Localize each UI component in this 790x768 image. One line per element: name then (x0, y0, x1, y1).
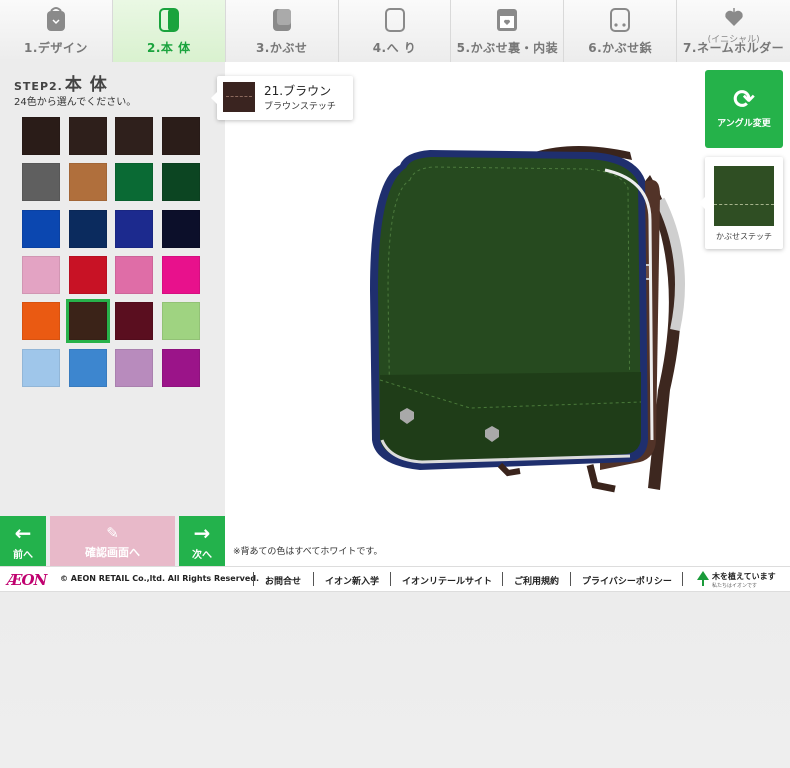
footer-divider (253, 572, 254, 586)
bag-rivet-icon (610, 8, 631, 32)
color-swatch[interactable] (65, 299, 110, 344)
step-heading: STEP2. 本 体 (14, 70, 108, 95)
color-swatch[interactable] (68, 348, 107, 387)
flap-stitch-swatch (714, 166, 774, 226)
color-swatch[interactable] (68, 255, 107, 294)
confirm-button[interactable]: ✎ 確認画面へ (50, 516, 175, 566)
selected-color-stitch: ブラウンステッチ (264, 102, 336, 112)
flap-stitch-card[interactable]: かぶせステッチ (699, 157, 783, 249)
footer-divider (313, 572, 314, 586)
tab-step-5[interactable]: 5.かぶせ裏・内装 (451, 0, 565, 62)
confirm-button-label: 確認画面へ (85, 546, 140, 559)
angle-change-label: アングル変更 (717, 119, 771, 129)
aeon-logo[interactable]: ÆON (7, 571, 47, 589)
color-swatch[interactable] (22, 302, 60, 341)
color-swatch[interactable] (22, 255, 60, 294)
bottom-nav: ← 前へ ✎ 確認画面へ → 次へ (0, 516, 225, 566)
color-swatch[interactable] (115, 209, 153, 248)
next-button[interactable]: → 次へ (179, 516, 225, 566)
color-swatch[interactable] (115, 255, 153, 294)
step-tabs: 1.デザイン 2.本 体 3.かぶせ 4.へ り 5.かぶせ裏・内装 6.かぶせ… (0, 0, 790, 62)
color-swatch[interactable] (68, 209, 107, 248)
color-panel: STEP2. 本 体 24色から選んでください。 ← 前へ ✎ 確認画面へ → 次… (0, 62, 225, 566)
tab-step-7[interactable]: (イニシャル) 7.ネームホルダー (677, 0, 790, 62)
color-swatch[interactable] (161, 209, 200, 248)
tree-planting-logo[interactable]: 木を植えています 私たちはイオンです (696, 570, 784, 590)
prev-button-label: 前へ (13, 550, 33, 561)
tab-step-7-label: 7.ネームホルダー (683, 41, 785, 55)
tab-step-1-label: 1.デザイン (23, 41, 88, 55)
tab-step-2-label: 2.本 体 (146, 41, 191, 55)
tab-step-5-label: 5.かぶせ裏・内装 (456, 41, 559, 55)
color-swatch[interactable] (115, 348, 153, 387)
footer-link-privacy[interactable]: プライバシーポリシー (582, 574, 672, 587)
color-swatch[interactable] (68, 117, 107, 155)
selected-color-chip (223, 82, 255, 112)
tab-step-3-label: 3.かぶせ (255, 41, 308, 55)
edit-check-icon: ✎ (106, 524, 119, 542)
color-swatch[interactable] (22, 117, 60, 155)
backpad-note: ※背あての色はすべてホワイトです。 (233, 547, 383, 557)
bag-body-icon (158, 8, 179, 32)
bag-flap-icon (272, 9, 291, 31)
color-swatch[interactable] (68, 163, 107, 202)
flap-stitch-label: かぶせステッチ (716, 232, 772, 241)
prev-button[interactable]: ← 前へ (0, 516, 46, 566)
tab-step-1[interactable]: 1.デザイン (0, 0, 113, 62)
app-root: 1.デザイン 2.本 体 3.かぶせ 4.へ り 5.かぶせ裏・内装 6.かぶせ… (0, 0, 790, 768)
footer-divider (390, 572, 391, 586)
tab-step-6-label: 6.かぶせ鋲 (588, 41, 653, 55)
footer-link-retail-site[interactable]: イオンリテールサイト (402, 574, 492, 587)
color-swatch[interactable] (22, 163, 60, 202)
next-button-label: 次へ (192, 550, 212, 561)
selected-color-label: 21.ブラウン ブラウンステッチ (211, 76, 353, 120)
footer-link-contact[interactable]: お問合せ (265, 574, 301, 587)
color-swatch[interactable] (115, 302, 153, 341)
tree-icon (697, 571, 709, 586)
color-swatch[interactable] (161, 117, 200, 155)
color-swatch[interactable] (115, 117, 153, 155)
randoseru-preview-image (370, 146, 685, 493)
color-swatch[interactable] (161, 348, 200, 387)
tab-step-6[interactable]: 6.かぶせ鋲 (564, 0, 678, 62)
bag-inner-icon (497, 9, 518, 31)
footer-divider (502, 572, 503, 586)
rotate-icon: ⟳ (733, 85, 755, 115)
footer-link-terms[interactable]: ご利用規約 (514, 574, 559, 587)
tab-step-2[interactable]: 2.本 体 (112, 0, 226, 62)
arrow-right-icon: → (193, 521, 211, 545)
arrow-left-icon: ← (14, 521, 32, 545)
tab-step-4-label: 4.へ り (372, 41, 417, 55)
color-swatch[interactable] (161, 163, 200, 202)
step-prefix: STEP2. (14, 80, 63, 93)
color-swatch[interactable] (161, 255, 200, 294)
footer-link-new-school[interactable]: イオン新入学 (325, 574, 379, 587)
tree-planting-subtext: 私たちはイオンです (712, 583, 758, 589)
heart-tag-icon (724, 8, 743, 26)
selected-color-name: 21.ブラウン (264, 84, 332, 98)
tab-step-3[interactable]: 3.かぶせ (225, 0, 339, 62)
bag-edge-icon (384, 8, 405, 32)
color-swatch[interactable] (161, 302, 200, 341)
color-swatch[interactable] (115, 163, 153, 202)
bag-design-icon (46, 7, 65, 31)
color-swatch[interactable] (22, 209, 60, 248)
step-subtitle: 24色から選んでください。 (14, 97, 137, 108)
tab-step-4[interactable]: 4.へ り (338, 0, 452, 62)
copyright-text: © AEON RETAIL Co.,ltd. All Rights Reserv… (60, 574, 260, 583)
footer-divider (682, 572, 683, 586)
footer: ÆON © AEON RETAIL Co.,ltd. All Rights Re… (0, 566, 790, 592)
tree-planting-text: 木を植えています (712, 572, 776, 581)
step-title: 本 体 (64, 75, 108, 95)
color-swatch[interactable] (22, 348, 60, 387)
angle-change-button[interactable]: ⟳ アングル変更 (705, 70, 783, 148)
footer-divider (570, 572, 571, 586)
